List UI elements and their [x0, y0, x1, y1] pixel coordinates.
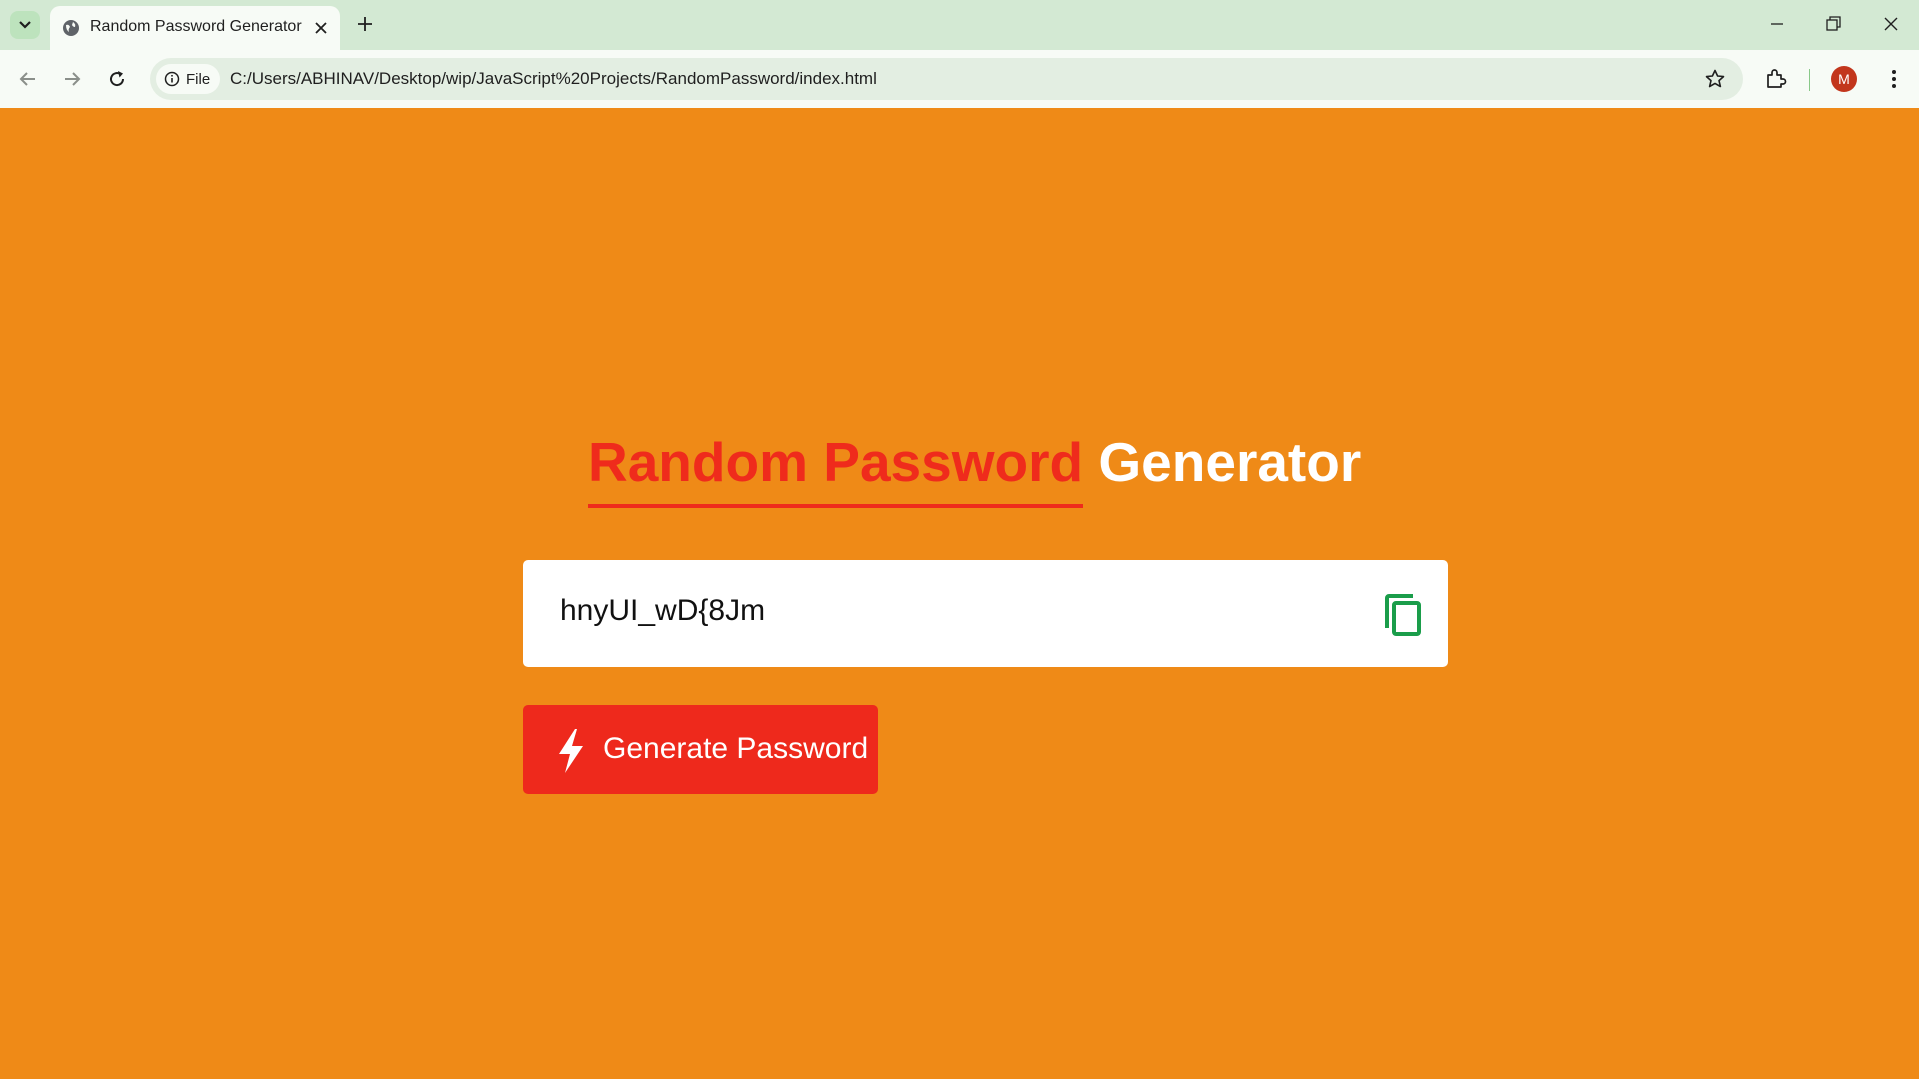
site-info-chip[interactable]: File — [156, 64, 221, 94]
close-window-icon[interactable] — [1879, 12, 1903, 36]
title-accent: Random Password — [588, 431, 1084, 508]
toolbar-divider — [1809, 69, 1810, 91]
info-icon — [164, 71, 180, 87]
tab-search-button[interactable] — [10, 11, 40, 39]
browser-tab[interactable]: Random Password Generator — [50, 6, 340, 50]
kebab-menu-icon[interactable] — [1881, 66, 1907, 92]
tab-search-icon — [19, 21, 31, 29]
url-text[interactable]: C:/Users/ABHINAV/Desktop/wip/JavaScript%… — [230, 69, 877, 89]
password-display: hnyUI_wD{8Jm — [523, 560, 1448, 667]
scheme-label: File — [186, 70, 211, 88]
address-bar[interactable]: File C:/Users/ABHINAV/Desktop/wip/JavaSc… — [150, 58, 1743, 100]
copy-icon[interactable] — [1381, 590, 1425, 638]
browser-tab-bar: Random Password Generator — [0, 0, 1919, 50]
tab-title: Random Password Generator — [90, 18, 302, 35]
back-icon[interactable] — [15, 66, 41, 92]
page-title: Random Password Generator — [588, 430, 1362, 508]
close-icon[interactable] — [312, 19, 330, 37]
forward-icon[interactable] — [59, 66, 85, 92]
lightning-bolt-icon — [559, 729, 583, 773]
plus-icon[interactable] — [353, 12, 377, 36]
globe-icon — [63, 20, 79, 36]
restore-icon[interactable] — [1821, 12, 1845, 36]
profile-avatar[interactable]: M — [1831, 66, 1857, 92]
extensions-icon[interactable] — [1763, 66, 1789, 92]
reload-icon[interactable] — [104, 66, 130, 92]
generate-password-button[interactable]: Generate Password — [523, 705, 878, 794]
star-icon[interactable] — [1703, 67, 1727, 91]
minimize-icon[interactable] — [1765, 12, 1789, 36]
password-value: hnyUI_wD{8Jm — [560, 594, 766, 627]
title-rest: Generator — [1098, 431, 1362, 493]
generate-button-label: Generate Password — [603, 732, 869, 765]
page-content: Random Password Generator hnyUI_wD{8Jm G… — [0, 108, 1919, 1079]
browser-toolbar: File C:/Users/ABHINAV/Desktop/wip/JavaSc… — [0, 50, 1919, 108]
